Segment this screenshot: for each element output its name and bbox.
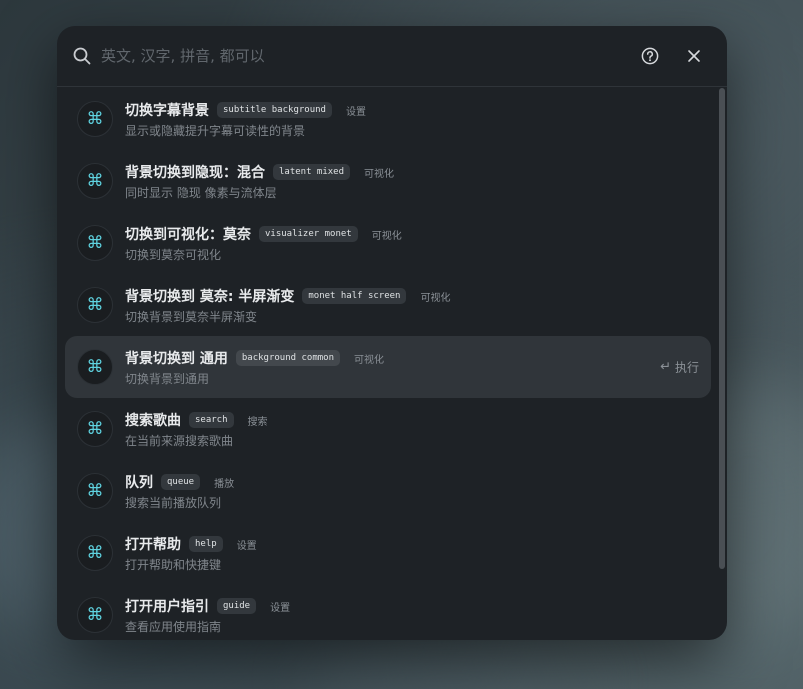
command-key-icon: ⌘ [77,597,113,633]
command-description: 在当前来源搜索歌曲 [125,434,234,448]
command-key-icon: ⌘ [77,287,113,323]
enter-key-icon: ↵ [660,359,671,375]
command-category: 可视化 [420,292,451,304]
command-title: 搜索歌曲 [125,413,181,429]
command-item[interactable]: ⌘ 打开用户指引 guide 设置查看应用使用指南 [65,584,711,640]
command-palette: ⌘切换字幕背景subtitle background设置显示或隐藏提升字幕可读性… [57,26,727,640]
command-title: 切换到可视化：莫奈 [125,227,251,243]
command-item[interactable]: ⌘ 切换到可视化：莫奈 visualizer monet 可视化切换到莫奈可视化 [65,212,711,274]
command-keyword-tag: subtitle background [217,102,332,118]
command-item[interactable]: ⌘ 背景切换到 莫奈: 半屏渐变 monet half screen 可视化切换背景到… [65,274,711,336]
scrollbar[interactable] [717,88,727,640]
command-description: 切换背景到莫奈半屏渐变 [125,310,258,324]
execute-hint: ↵ 执行 [660,359,699,376]
command-title: 切换字幕背景 [125,103,209,119]
command-description: 打开帮助和快捷键 [125,558,222,572]
command-category: 播放 [214,478,235,490]
command-description: 切换到莫奈可视化 [125,248,222,262]
command-category: 可视化 [364,168,395,180]
search-bar [57,26,727,87]
command-title: 打开帮助 [125,537,181,553]
command-keyword-tag: search [189,412,234,428]
close-button[interactable] [677,39,711,73]
command-description: 切换背景到通用 [125,372,210,386]
command-item[interactable]: ⌘ 打开帮助 help 设置打开帮助和快捷键 [65,522,711,584]
command-key-icon: ⌘ [77,473,113,509]
command-item[interactable]: ⌘ 搜索歌曲 search 搜索在当前来源搜索歌曲 [65,398,711,460]
command-item[interactable]: ⌘ 切换字幕背景 subtitle background 设置显示或隐藏提升字幕可读性… [65,88,711,150]
command-list: ⌘ 切换字幕背景 subtitle background 设置 显示或隐藏提升字幕可读性… [57,88,727,640]
command-keyword-tag: monet half screen [302,288,407,304]
command-keyword-tag: help [189,536,223,552]
command-title: 打开用户指引 [125,599,209,615]
help-button[interactable] [633,39,667,73]
help-circle-icon [641,47,659,65]
command-item[interactable]: ⌘ 背景切换到 通用 background common 可视化切换背景到通用 ↵ 执行 [65,336,711,398]
command-keyword-tag: background common [235,350,340,366]
command-item[interactable]: ⌘ 队列 queue 播放搜索当前播放队列 [65,460,711,522]
command-description: 同时显示 隐现 像素与流体层 [125,186,277,200]
command-keyword-tag: guide [217,598,257,614]
command-key-icon: ⌘ [77,535,113,571]
execute-label: 执行 [674,360,699,375]
command-description: 显示或隐藏提升字幕可读性的背景 [125,124,306,138]
search-input[interactable] [101,47,623,65]
command-description: 查看应用使用指南 [125,620,222,634]
command-key-icon: ⌘ [77,349,113,385]
command-category: 设置 [270,602,291,614]
command-category: 可视化 [371,230,402,242]
command-key-icon: ⌘ [77,411,113,447]
command-title: 背景切换到隐现：混合 [125,165,265,181]
command-keyword-tag: latent mixed [273,164,351,180]
scrollbar-thumb[interactable] [719,88,725,569]
command-title: 背景切换到 通用 [125,351,228,367]
command-keyword-tag: visualizer monet [259,226,358,242]
command-category: 设置 [345,106,366,118]
command-key-icon: ⌘ [77,101,113,137]
command-title: 队列 [125,475,153,491]
command-key-icon: ⌘ [77,163,113,199]
search-icon [73,47,91,65]
command-description: 搜索当前播放队列 [125,496,222,510]
command-title: 背景切换到 莫奈: 半屏渐变 [125,289,295,305]
command-category: 可视化 [354,354,384,366]
command-category: 搜索 [247,416,268,428]
command-category: 设置 [236,540,257,552]
command-item[interactable]: ⌘ 背景切换到隐现：混合 latent mixed 可视化同时显示 隐现 像素与流体层 [65,150,711,212]
command-keyword-tag: queue [161,474,201,490]
command-key-icon: ⌘ [77,225,113,261]
close-icon [688,50,700,62]
